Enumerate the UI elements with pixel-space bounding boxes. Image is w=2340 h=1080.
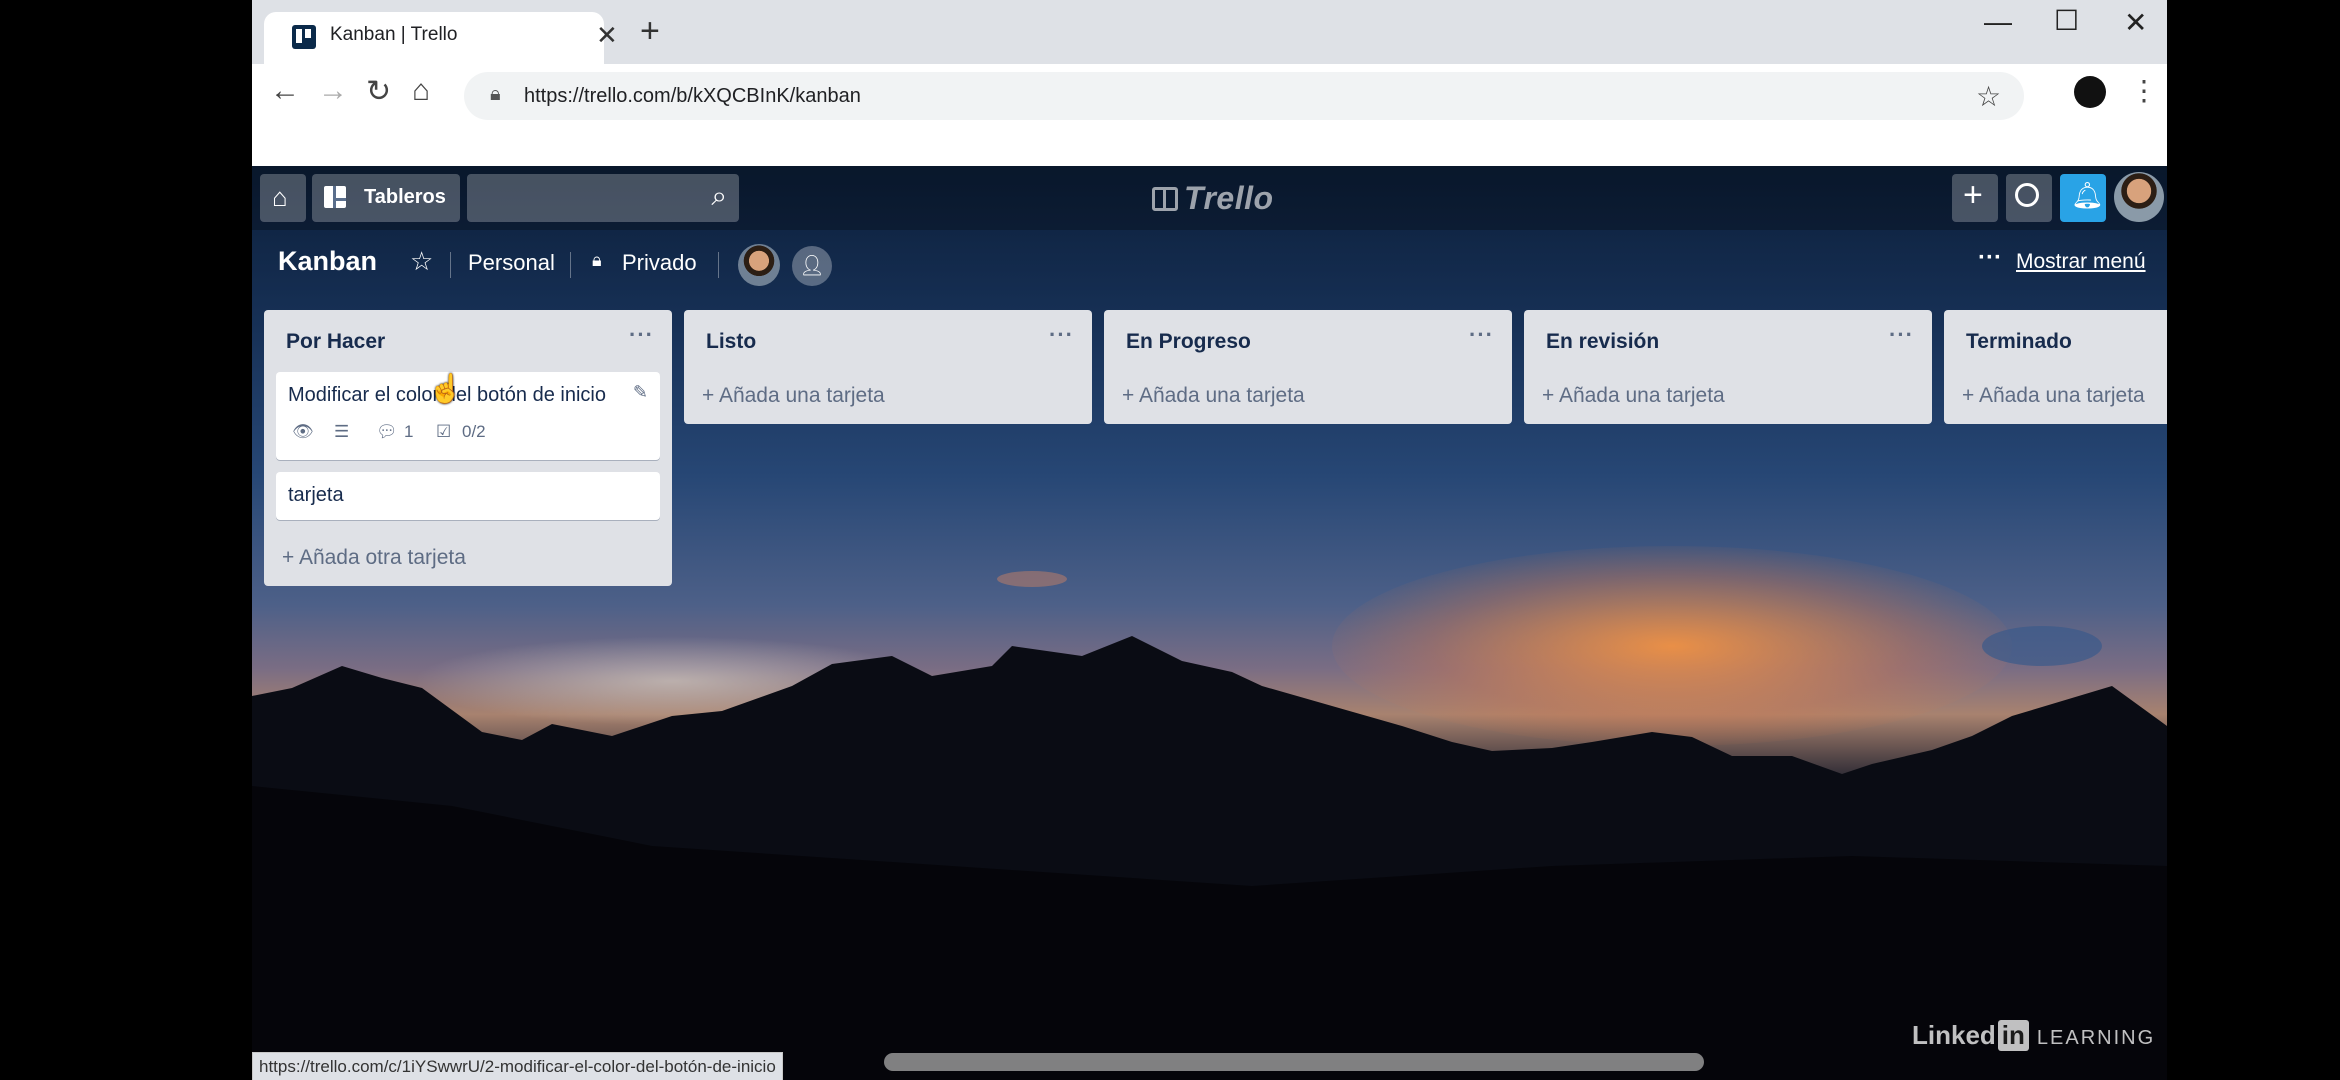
add-card-button[interactable]: + Añada otra tarjeta [282,546,466,570]
plus-icon: + [1963,176,1983,214]
checklist-icon: ☑ [436,422,452,441]
team-button[interactable]: Personal [468,250,555,276]
minimize-button[interactable]: — [1984,6,2012,38]
list-menu-icon[interactable]: ··· [629,322,654,348]
create-button[interactable]: + [1952,174,1998,222]
visibility-button[interactable]: Privado [622,250,697,276]
boards-label: Tableros [364,186,446,208]
browser-toolbar: ← → ↻ ⌂ 🔒︎ https://trello.com/b/kXQCBInK… [252,64,2167,166]
home-icon[interactable]: ⌂ [412,74,430,108]
mountain-background [252,571,2167,1080]
list-title[interactable]: En Progreso [1126,330,1251,354]
browser-menu-icon[interactable]: ⋮ [2130,74,2158,107]
watermark-learning: LEARNING [2036,1027,2156,1049]
list-listo: Listo ··· + Añada una tarjeta [684,310,1092,424]
reload-icon[interactable]: ↻ [366,74,391,109]
divider [450,252,451,278]
checklist-count: 0/2 [462,422,486,441]
maximize-button[interactable]: ☐ [2054,4,2079,37]
tab-close-icon[interactable]: ✕ [596,20,618,51]
card[interactable]: Modificar el color del botón de inicio ✎… [276,372,660,460]
card[interactable]: tarjeta [276,472,660,520]
hand-cursor-icon: ☝ [428,373,463,404]
watermark-brand: Linked [1912,1020,1996,1050]
list-menu-icon[interactable]: ··· [1469,322,1494,348]
list-title[interactable]: Por Hacer [286,330,385,354]
list-title[interactable]: Terminado [1966,330,2072,354]
comment-icon: 💬︎ [376,422,398,441]
add-card-button[interactable]: + Añada una tarjeta [1122,384,1305,408]
card-title: tarjeta [288,484,344,506]
board-title[interactable]: Kanban [278,246,377,277]
show-menu-button[interactable]: Mostrar menú [2016,250,2146,274]
new-tab-button[interactable]: + [640,14,660,48]
board-header: Kanban ☆ Personal 🔒︎ Privado 👤︎ ··· Most… [252,230,2167,300]
url-text: https://trello.com/b/kXQCBInK/kanban [524,85,861,107]
linkedin-learning-watermark: Linked in LEARNING [1912,1020,2155,1051]
list-en-revision: En revisión ··· + Añada una tarjeta [1524,310,1932,424]
edit-pencil-icon[interactable]: ✎ [633,382,648,403]
lock-icon: 🔒︎ [592,250,602,270]
description-icon: ☰ [334,422,350,441]
add-card-button[interactable]: + Añada una tarjeta [1962,384,2145,408]
tab-title: Kanban | Trello [330,24,458,45]
search-input[interactable]: ⌕ [467,174,739,222]
close-window-button[interactable]: ✕ [2124,6,2147,39]
search-icon: ⌕ [711,180,727,211]
watermark-in: in [1997,1020,2029,1051]
browser-window: Kanban | Trello ✕ + — ☐ ✕ ← → ↻ ⌂ 🔒︎ htt… [252,0,2167,1080]
list-terminado: Terminado + Añada una tarjeta [1944,310,2167,424]
back-arrow-icon[interactable]: ← [270,74,300,108]
trello-logo[interactable]: Trello [1152,180,1274,217]
status-bar-url: https://trello.com/c/1iYSwwrU/2-modifica… [252,1052,783,1080]
trello-board: ⌂ Tableros ⌕ Trello + 🔔︎ Kanban ☆ Person… [252,166,2167,1080]
trello-logo-icon [1152,187,1178,211]
add-card-button[interactable]: + Añada una tarjeta [1542,384,1725,408]
comment-count: 1 [404,422,414,441]
list-menu-icon[interactable]: ··· [1889,322,1914,348]
trello-logo-text: Trello [1184,180,1274,216]
list-por-hacer: Por Hacer ··· Modificar el color del bot… [264,310,672,586]
address-bar[interactable]: 🔒︎ https://trello.com/b/kXQCBInK/kanban … [464,72,2024,120]
bookmark-star-icon[interactable]: ☆ [1976,80,2001,113]
browser-tab[interactable]: Kanban | Trello ✕ [264,12,618,64]
watching-eye-icon: 👁︎ [292,422,314,441]
list-title[interactable]: En revisión [1546,330,1659,354]
notifications-button[interactable]: 🔔︎ [2060,174,2106,222]
invite-member-icon[interactable]: 👤︎ [792,246,832,286]
profile-avatar[interactable] [2074,76,2106,108]
list-title[interactable]: Listo [706,330,756,354]
bell-icon: 🔔︎ [2071,180,2105,210]
trello-favicon-icon [292,25,316,49]
add-card-button[interactable]: + Añada una tarjeta [702,384,885,408]
list-menu-icon[interactable]: ··· [1049,322,1074,348]
house-icon: ⌂ [272,182,288,212]
forward-arrow-icon[interactable]: → [318,74,348,108]
user-avatar[interactable] [2114,172,2164,222]
info-icon [2015,183,2039,207]
info-button[interactable] [2006,174,2052,222]
star-board-icon[interactable]: ☆ [410,246,433,277]
horizontal-scrollbar[interactable] [884,1053,1704,1071]
member-avatar[interactable] [738,244,780,286]
boards-button[interactable]: Tableros [312,174,460,222]
more-icon[interactable]: ··· [1978,244,2002,272]
list-en-progreso: En Progreso ··· + Añada una tarjeta [1104,310,1512,424]
lock-icon: 🔒︎ [490,83,501,105]
home-button[interactable]: ⌂ [260,174,306,222]
boards-icon [324,186,346,208]
divider [718,252,719,278]
divider [570,252,571,278]
trello-header: ⌂ Tableros ⌕ Trello + 🔔︎ [252,166,2167,230]
tab-strip: Kanban | Trello ✕ + — ☐ ✕ [252,0,2167,64]
